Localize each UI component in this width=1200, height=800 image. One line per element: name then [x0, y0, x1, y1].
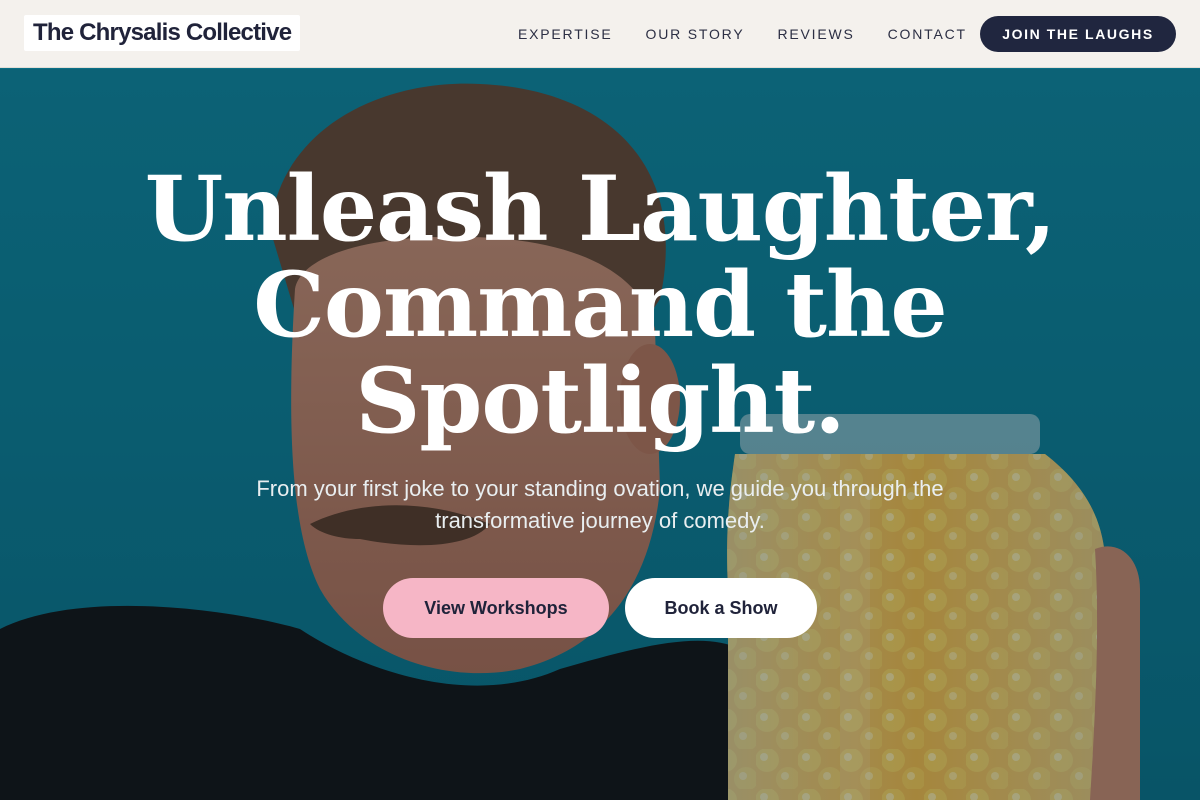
view-workshops-button[interactable]: View Workshops	[383, 578, 609, 638]
hero-subtext: From your first joke to your standing ov…	[256, 476, 944, 533]
headline-line-2: Command the	[253, 252, 947, 358]
join-the-laughs-button[interactable]: JOIN THE LAUGHS	[980, 16, 1176, 52]
hero-section: Unleash Laughter, Command the Spotlight.…	[0, 69, 1200, 800]
headline-line-3: Spotlight.	[355, 348, 845, 454]
book-a-show-button[interactable]: Book a Show	[625, 578, 817, 638]
nav-link-our-story[interactable]: OUR STORY	[646, 26, 745, 42]
main-nav: EXPERTISE OUR STORY REVIEWS CONTACT	[518, 0, 967, 68]
nav-link-contact[interactable]: CONTACT	[888, 26, 967, 42]
hero-content: Unleash Laughter, Command the Spotlight.…	[0, 69, 1200, 800]
hero-headline: Unleash Laughter, Command the Spotlight.	[0, 161, 1200, 449]
nav-link-expertise[interactable]: EXPERTISE	[518, 26, 613, 42]
brand-name: The Chrysalis Collective	[33, 19, 292, 46]
nav-link-reviews[interactable]: REVIEWS	[777, 26, 854, 42]
headline-line-1: Unleash Laughter,	[144, 156, 1057, 262]
site-header: The Chrysalis Collective EXPERTISE OUR S…	[0, 0, 1200, 68]
brand-logo[interactable]: The Chrysalis Collective	[24, 15, 301, 51]
